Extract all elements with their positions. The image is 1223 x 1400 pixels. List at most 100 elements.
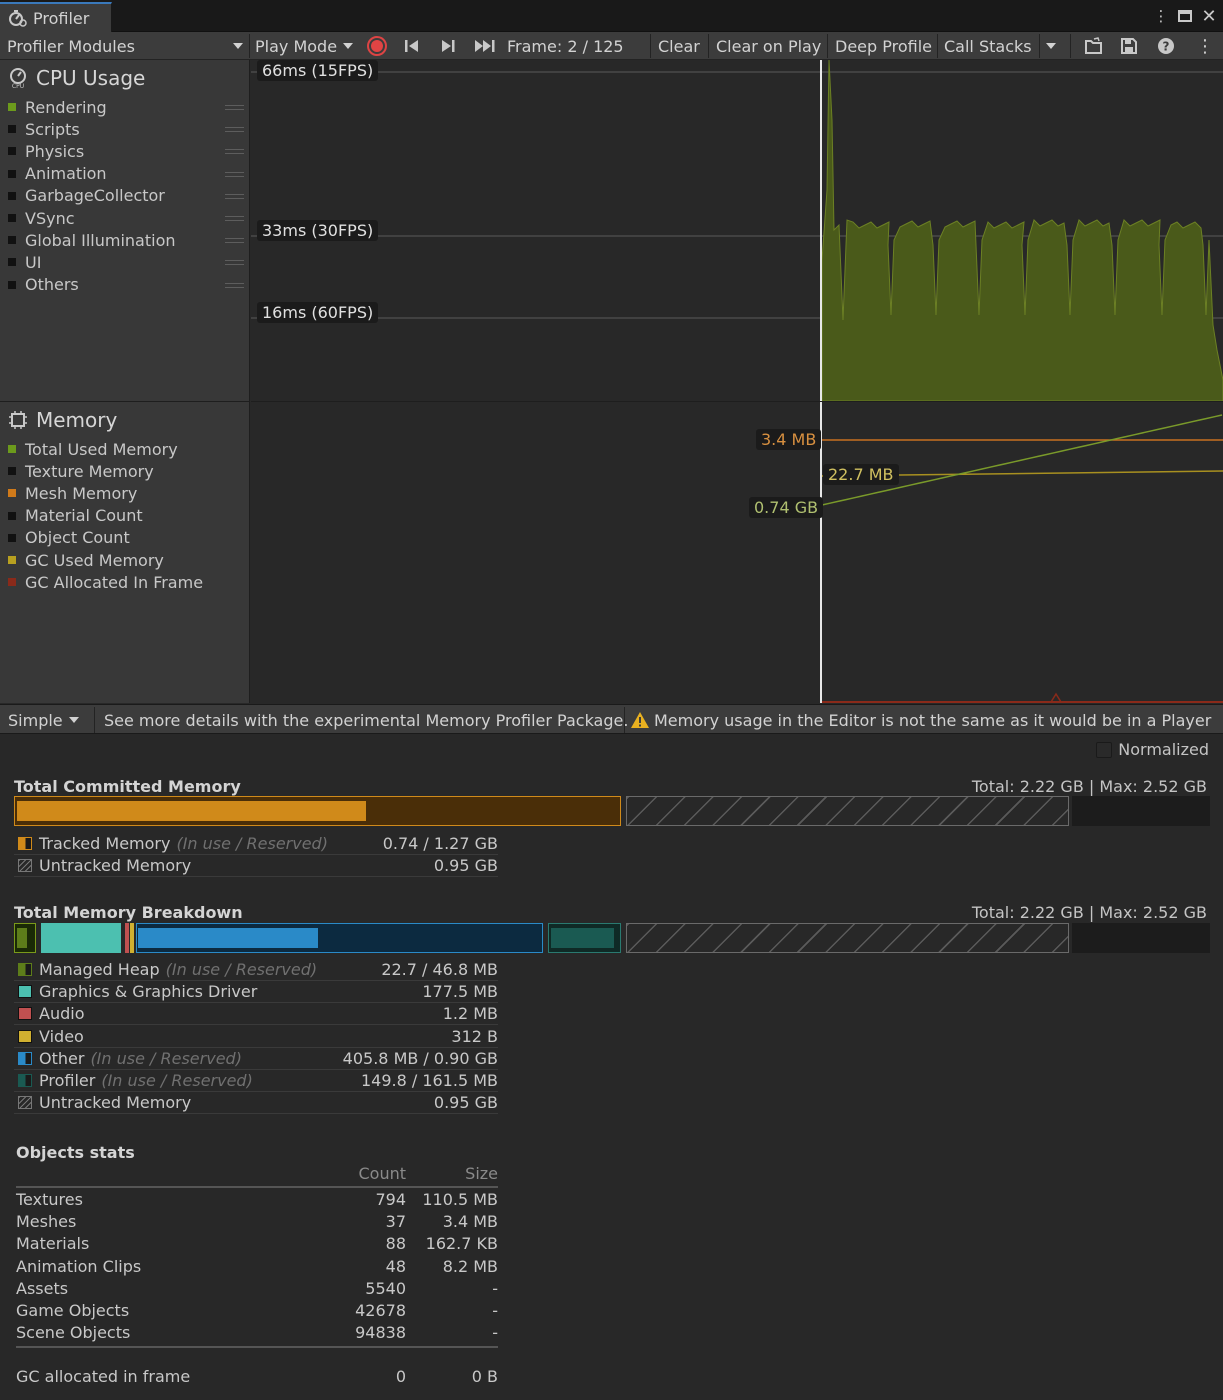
cpu-legend-item[interactable]: Physics	[8, 140, 244, 162]
object-type-label: Meshes	[16, 1212, 77, 1232]
last-frame-button[interactable]	[473, 32, 497, 60]
objects-stats-row: Assets 5540 -	[16, 1279, 498, 1301]
cpu-legend-item[interactable]: Global Illumination	[8, 229, 244, 251]
memory-breakdown-bar	[14, 923, 1210, 953]
play-mode-label: Play Mode	[255, 36, 338, 56]
total-memory-value: 0.74 GB	[749, 497, 824, 518]
memory-module[interactable]: Memory Total Used Memory Texture Memory Me…	[0, 401, 250, 703]
drag-handle-icon[interactable]	[225, 127, 244, 133]
cpu-legend-label: Global Illumination	[25, 230, 176, 250]
memory-legend-item[interactable]: Mesh Memory	[8, 482, 244, 504]
drag-handle-icon[interactable]	[225, 105, 244, 110]
memory-category-label: Audio	[39, 1004, 85, 1024]
cpu-legend-item[interactable]: UI	[8, 251, 244, 273]
committed-memory-bar	[14, 796, 1210, 826]
memory-legend-label: Total Used Memory	[25, 439, 178, 459]
tab-title: Profiler	[33, 8, 90, 28]
record-button[interactable]	[367, 32, 387, 60]
object-count: 88	[385, 1234, 406, 1254]
drag-handle-icon[interactable]	[225, 149, 244, 155]
threshold-label-30fps: 33ms (30FPS)	[257, 220, 379, 241]
memory-chip-icon	[9, 411, 27, 429]
memory-breakdown-title: Total Memory Breakdown	[14, 903, 243, 922]
editor-memory-warning: Memory usage in the Editor is not the sa…	[630, 705, 1211, 735]
more-options-icon[interactable]: ⋮	[1150, 6, 1172, 26]
cpu-legend-item[interactable]: Rendering	[8, 96, 244, 118]
cpu-usage-header: CPU CPU Usage	[8, 66, 145, 90]
graphics-segment	[41, 923, 121, 953]
series-color-swatch	[8, 533, 16, 542]
object-count: 48	[385, 1256, 406, 1276]
untracked-segment	[626, 796, 1069, 826]
series-color-swatch	[8, 169, 16, 178]
memory-legend-item[interactable]: GC Used Memory	[8, 549, 244, 571]
memory-profiler-package-link[interactable]: See more details with the experimental M…	[104, 705, 628, 735]
call-stacks-dropdown[interactable]	[1046, 32, 1056, 60]
help-button[interactable]: ?	[1157, 32, 1175, 60]
cpu-legend-item[interactable]: GarbageCollector	[8, 185, 244, 207]
memory-category-label: Profiler	[39, 1071, 96, 1090]
drag-handle-icon[interactable]	[225, 260, 244, 266]
normalized-checkbox[interactable]	[1096, 741, 1113, 758]
profiler-tab[interactable]: Profiler	[0, 2, 112, 32]
breakdown-row: Managed Heap (In use / Reserved) 22.7 / 46…	[14, 959, 498, 981]
object-size: -	[492, 1323, 498, 1343]
breakdown-row: Audio 1.2 MB	[14, 1003, 498, 1026]
object-count: 37	[385, 1212, 406, 1232]
memory-chart[interactable]: 3.4 MB 22.7 MB 0.74 GB	[251, 401, 1223, 703]
profiler-modules-dropdown[interactable]: Profiler Modules	[7, 32, 247, 60]
details-toolbar: Simple See more details with the experim…	[0, 704, 1223, 734]
clear-button[interactable]: Clear	[658, 32, 700, 60]
call-stacks-button[interactable]: Call Stacks	[944, 32, 1032, 60]
drag-handle-icon[interactable]	[225, 171, 244, 177]
more-options-icon[interactable]: ⋮	[1196, 32, 1214, 60]
memory-legend-item[interactable]: Object Count	[8, 527, 244, 549]
max-remaining-segment	[1072, 923, 1210, 953]
drag-handle-icon[interactable]	[225, 193, 244, 199]
load-button[interactable]	[1084, 32, 1104, 60]
memory-legend-item[interactable]: Texture Memory	[8, 460, 244, 482]
memory-category-value: 1.2 MB	[442, 1004, 498, 1024]
object-count: 794	[375, 1190, 406, 1209]
cpu-usage-module[interactable]: CPU CPU Usage Rendering Scripts Physics Ani…	[0, 60, 250, 401]
save-icon	[1121, 38, 1137, 54]
first-frame-button[interactable]	[403, 32, 421, 60]
save-button[interactable]	[1120, 32, 1138, 60]
drag-handle-icon[interactable]	[225, 238, 244, 244]
drag-handle-icon[interactable]	[225, 282, 244, 288]
cpu-usage-chart[interactable]: 66ms (15FPS) 33ms (30FPS) 16ms (60FPS)	[251, 60, 1223, 401]
next-frame-button[interactable]	[439, 32, 457, 60]
memory-legend-item[interactable]: Total Used Memory	[8, 438, 244, 460]
cpu-legend-item[interactable]: Animation	[8, 163, 244, 185]
memory-category-label: Managed Heap	[39, 960, 160, 979]
deep-profile-button[interactable]: Deep Profile	[835, 32, 932, 60]
cpu-legend-item[interactable]: Scripts	[8, 118, 244, 140]
size-column-header: Size	[465, 1164, 498, 1183]
cpu-legend-item[interactable]: Others	[8, 274, 244, 296]
help-icon: ?	[1158, 38, 1174, 54]
legend-swatch-icon	[18, 985, 32, 999]
object-size: -	[492, 1301, 498, 1320]
gc-allocated-count: 0	[395, 1367, 406, 1386]
normalized-toggle[interactable]: Normalized	[1096, 740, 1209, 759]
cpu-legend-item[interactable]: VSync	[8, 207, 244, 229]
record-icon	[367, 36, 387, 56]
objects-stats-row: Scene Objects 94838 -	[16, 1323, 498, 1345]
view-mode-dropdown[interactable]: Simple	[8, 705, 79, 735]
series-color-swatch	[8, 103, 16, 111]
memory-title: Memory	[36, 408, 118, 432]
clear-on-play-button[interactable]: Clear on Play	[716, 32, 821, 60]
cpu-icon: CPU	[10, 68, 26, 89]
maximize-icon[interactable]	[1174, 6, 1196, 26]
memory-legend-item[interactable]: Material Count	[8, 505, 244, 527]
memory-category-label: Tracked Memory	[39, 834, 171, 853]
memory-legend-item[interactable]: GC Allocated In Frame	[8, 571, 244, 593]
memory-header: Memory	[8, 408, 117, 432]
legend-swatch-icon	[18, 1051, 32, 1065]
close-icon[interactable]: ✕	[1198, 6, 1220, 27]
memory-legend-label: GC Used Memory	[25, 550, 164, 570]
objects-stats-row: Textures 794 110.5 MB	[16, 1190, 498, 1212]
play-mode-dropdown[interactable]: Play Mode	[255, 32, 354, 60]
drag-handle-icon[interactable]	[225, 216, 244, 221]
memory-legend-label: Object Count	[25, 528, 130, 548]
